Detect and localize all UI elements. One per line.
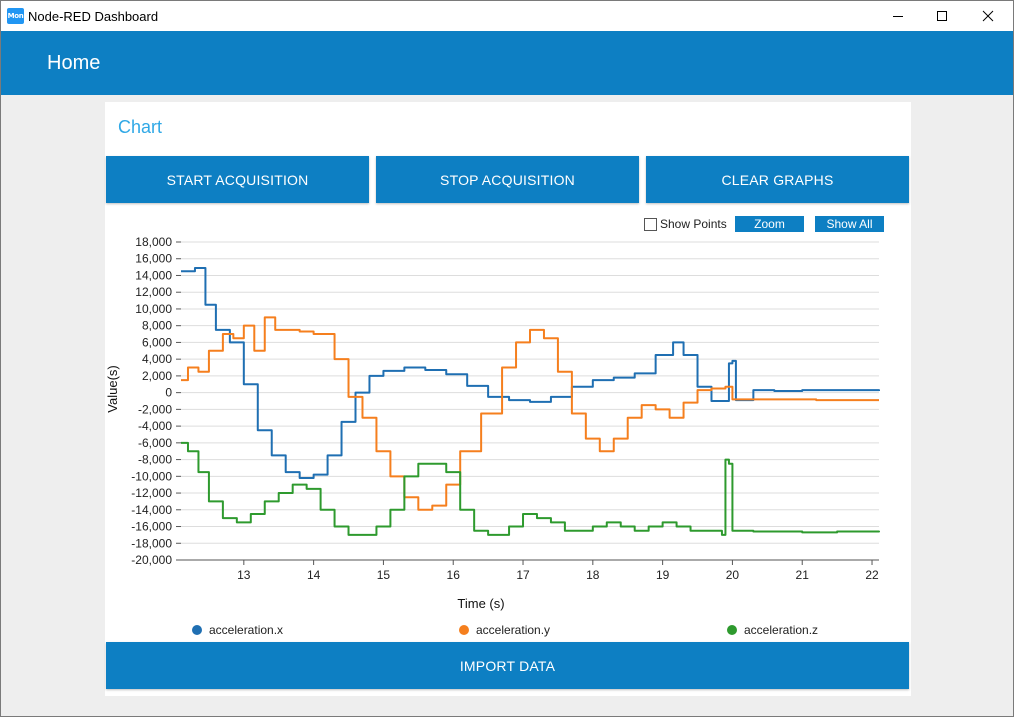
start-acquisition-button[interactable]: START ACQUISITION — [106, 156, 369, 203]
chart-series — [181, 266, 880, 536]
y-tick-label: -8,000 — [138, 453, 172, 467]
x-tick-label: 22 — [865, 568, 879, 582]
legend-item-z[interactable]: acceleration.z — [727, 623, 818, 637]
x-tick-label: 15 — [377, 568, 391, 582]
y-tick-label: -10,000 — [131, 469, 172, 483]
x-axis-label: Time (s) — [457, 596, 504, 611]
x-tick-label: 18 — [586, 568, 600, 582]
y-tick-label: 18,000 — [135, 235, 172, 249]
x-tick-label: 19 — [656, 568, 670, 582]
clear-graphs-button[interactable]: CLEAR GRAPHS — [646, 156, 909, 203]
legend-item-x[interactable]: acceleration.x — [192, 623, 283, 637]
app-icon: Mon — [7, 8, 24, 24]
zoom-button[interactable]: Zoom — [735, 216, 804, 232]
legend-dot-x — [192, 625, 202, 635]
chart-card: Chart START ACQUISITION STOP ACQUISITION… — [105, 102, 911, 696]
legend-dot-z — [727, 625, 737, 635]
y-tick-label: -20,000 — [131, 553, 172, 567]
y-tick-label: -16,000 — [131, 520, 172, 534]
y-tick-label: 10,000 — [135, 302, 172, 316]
y-tick-label: 16,000 — [135, 252, 172, 266]
show-points-label: Show Points — [660, 217, 727, 231]
minimize-icon — [893, 16, 903, 17]
y-tick-label: 8,000 — [142, 319, 172, 333]
x-tick-label: 17 — [516, 568, 530, 582]
window-title: Node-RED Dashboard — [28, 9, 159, 24]
y-tick-label: 4,000 — [142, 352, 172, 366]
minimize-button[interactable] — [875, 1, 921, 31]
y-tick-label: -12,000 — [131, 486, 172, 500]
x-tick-label: 21 — [796, 568, 810, 582]
show-all-button[interactable]: Show All — [815, 216, 884, 232]
legend-label-x: acceleration.x — [209, 623, 284, 637]
stop-acquisition-button[interactable]: STOP ACQUISITION — [376, 156, 639, 203]
close-icon — [982, 10, 994, 22]
y-tick-label: -18,000 — [131, 536, 172, 550]
show-points-checkbox[interactable] — [644, 218, 657, 231]
title-bar[interactable]: Mon Node-RED Dashboard — [1, 1, 1013, 31]
legend-label-z: acceleration.z — [744, 623, 819, 637]
y-axis: 18,000 16,000 14,000 12,000 10,000 8,000 6,000… — [131, 235, 181, 567]
close-button[interactable] — [965, 1, 1011, 31]
x-axis: 13 14 15 16 17 18 19 20 21 22 — [181, 559, 879, 582]
series-line-y — [181, 316, 879, 511]
y-tick-label: 0 — [165, 386, 172, 400]
x-tick-label: 16 — [447, 568, 461, 582]
dashboard-header: Home — [1, 31, 1013, 95]
y-tick-label: 14,000 — [135, 268, 172, 282]
page-title: Home — [47, 52, 101, 74]
maximize-button[interactable] — [919, 1, 965, 31]
y-tick-label: 12,000 — [135, 285, 172, 299]
y-tick-label: 2,000 — [142, 369, 172, 383]
maximize-icon — [937, 11, 947, 21]
y-tick-label: -6,000 — [138, 436, 172, 450]
acceleration-chart[interactable]: 18,000 16,000 14,000 12,000 10,000 8,000 6,000… — [105, 232, 911, 642]
legend-label-y: acceleration.y — [476, 623, 551, 637]
y-tick-label: -14,000 — [131, 503, 172, 517]
y-tick-label: -4,000 — [138, 419, 172, 433]
x-tick-label: 20 — [726, 568, 740, 582]
card-title: Chart — [118, 117, 163, 137]
series-line-x — [181, 266, 880, 479]
app-window: Mon Node-RED Dashboard Home Chart START … — [0, 0, 1014, 717]
y-tick-label: 6,000 — [142, 335, 172, 349]
x-tick-label: 14 — [307, 568, 321, 582]
legend-dot-y — [459, 625, 469, 635]
legend-item-y[interactable]: acceleration.y — [459, 623, 550, 637]
import-data-button[interactable]: IMPORT DATA — [106, 642, 909, 689]
y-axis-label: Value(s) — [105, 365, 120, 412]
y-tick-label: -2,000 — [138, 402, 172, 416]
x-tick-label: 13 — [237, 568, 251, 582]
